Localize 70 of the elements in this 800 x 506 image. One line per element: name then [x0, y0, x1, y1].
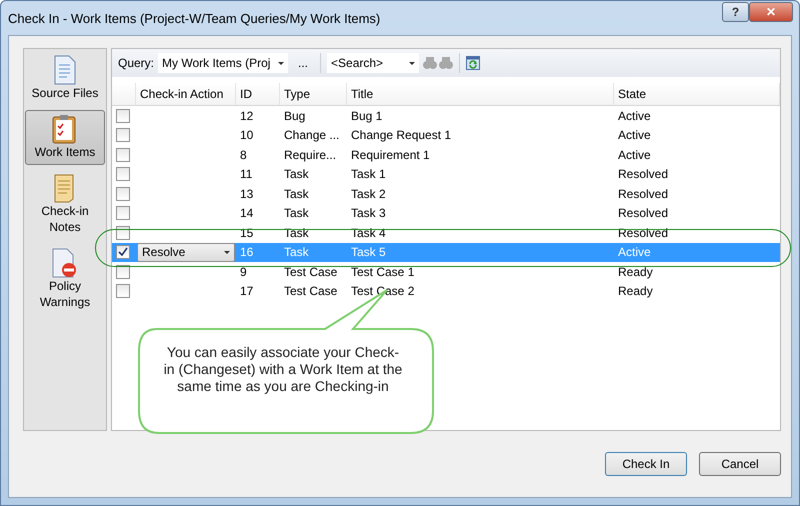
table-cell-text: 17 [239, 283, 254, 300]
table-cell-text: Resolved [617, 205, 670, 222]
table-cell-text: Test Case [283, 283, 338, 300]
row-checkbox[interactable] [116, 167, 130, 182]
callout-text: You can easily associate your Check-in (Changeset) with a Work Item at the same time as you are Checking-in [163, 344, 403, 395]
table-cell-text: Bug [283, 108, 306, 125]
search-field[interactable]: <Search> [327, 53, 420, 73]
table-cell-text: 14 [239, 205, 254, 222]
window-title: Check In - Work Items (Project-W/Team Queries/My Work Items) [8, 10, 382, 26]
document-icon [54, 55, 76, 85]
clipboard-icon [52, 114, 78, 144]
table-cell-text: Test Case 1 [350, 264, 416, 281]
table-cell-text: 13 [239, 186, 254, 203]
sidebar-item[interactable]: Policy Warnings [25, 244, 105, 315]
row-checkbox[interactable] [116, 284, 130, 298]
row-checkbox[interactable] [116, 128, 130, 142]
help-button[interactable]: ? [722, 2, 749, 22]
table-cell-text: Task 2 [350, 186, 387, 203]
sidebar-item[interactable]: Source Files [25, 51, 105, 106]
row-checkbox[interactable] [116, 245, 130, 260]
table-cell-text: Ready [617, 283, 654, 300]
sidebar-item[interactable]: Check-in Notes [25, 169, 105, 240]
row-checkbox[interactable] [116, 186, 130, 201]
document-warning-icon [52, 248, 78, 278]
table-cell-text: Change ... [283, 127, 340, 144]
table-cell: 16 [236, 242, 280, 262]
table-cell-text: 12 [239, 108, 254, 125]
row-checkbox[interactable] [116, 206, 130, 220]
table-cell-text: Resolved [617, 186, 670, 203]
column-header[interactable]: ID [236, 83, 280, 106]
column-header[interactable]: Title [347, 83, 614, 106]
table-cell: Task 5 [347, 242, 614, 262]
column-header [112, 83, 136, 106]
column-header[interactable]: State [614, 83, 780, 106]
browse-button[interactable]: ... [292, 56, 314, 70]
table-cell-text: Active [617, 146, 652, 164]
check-in-button[interactable]: Check In [605, 452, 687, 476]
refresh-icon[interactable] [466, 56, 480, 70]
table-cell-text: Task 3 [350, 205, 387, 222]
table-cell-text: Task [283, 205, 310, 222]
row-checkbox[interactable] [116, 264, 130, 279]
table-cell-text: Ready [617, 264, 654, 281]
table-cell-text: Change Request 1 [350, 127, 452, 144]
check-in-action-dropdown[interactable]: Resolve [137, 242, 235, 262]
query-dropdown[interactable]: My Work Items (Proj [158, 53, 288, 73]
table-cell: Task [280, 242, 347, 262]
query-label: Query: [118, 56, 154, 70]
table-cell-text: Requirement 1 [350, 146, 431, 164]
table-cell-text: Task 1 [350, 166, 387, 184]
sidebar-item[interactable]: Work Items [25, 110, 105, 165]
table-cell: Active [614, 242, 780, 262]
table-cell-text: Test Case [283, 264, 338, 281]
find-icon[interactable] [423, 56, 454, 70]
row-checkbox[interactable] [116, 108, 130, 123]
column-header[interactable]: Type [280, 83, 347, 106]
table-cell-text: Active [617, 108, 652, 125]
table-cell-text: Require... [283, 146, 338, 164]
table-cell-text: 9 [239, 264, 248, 281]
table-cell-text: 8 [239, 146, 248, 164]
table-cell-text: 11 [239, 166, 254, 184]
table-cell-text: 10 [239, 127, 254, 144]
table-cell-text: Task [283, 186, 310, 203]
table-cell-text: Active [617, 127, 652, 144]
table-cell-text: Resolved [617, 166, 670, 184]
row-checkbox[interactable] [116, 148, 130, 162]
column-header[interactable]: Check-in Action [136, 83, 236, 106]
cancel-button[interactable]: Cancel [699, 452, 781, 476]
table-cell-text: Task [283, 166, 310, 184]
row-checkbox[interactable] [116, 226, 130, 240]
table-cell-text: Bug 1 [350, 108, 384, 125]
